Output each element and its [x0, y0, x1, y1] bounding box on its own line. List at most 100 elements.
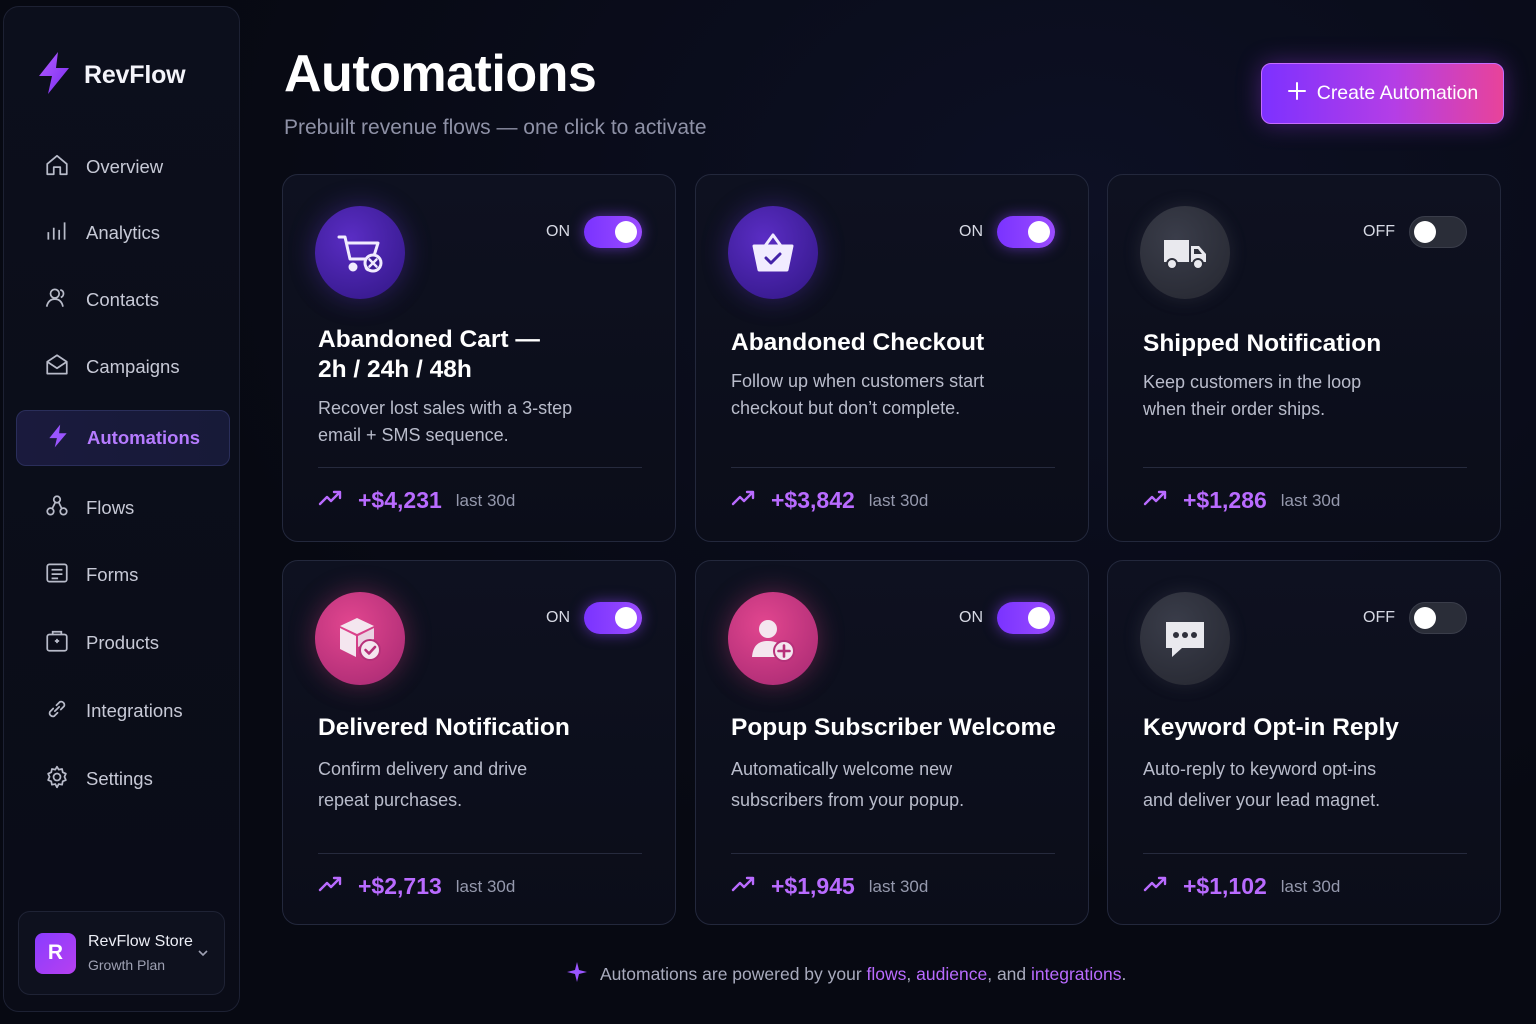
sidebar-item-label: Automations [87, 427, 201, 448]
automation-toggle[interactable] [584, 602, 642, 634]
toggle-knob [615, 607, 637, 629]
brand-name: RevFlow [84, 61, 186, 89]
automation-toggle[interactable] [1409, 216, 1467, 248]
toggle-group: ON [959, 216, 1055, 248]
sidebar-item-integrations[interactable]: Integrations [16, 683, 230, 739]
footer-note: Automations are powered by your flows, a… [566, 961, 1126, 988]
card-divider [731, 853, 1055, 854]
card-description-line: Follow up when customers start [731, 371, 985, 391]
revenue-value: +$3,842 [771, 487, 855, 513]
toggle-status-label: ON [959, 223, 983, 240]
card-description: Recover lost sales with a 3-step email +… [318, 395, 618, 449]
automation-card-popup-subscriber-welcome[interactable]: ON Popup Subscriber Welcome Automaticall… [695, 560, 1089, 925]
automation-toggle[interactable] [584, 216, 642, 248]
automation-card-delivered-notification[interactable]: ON Delivered Notification Confirm delive… [282, 560, 676, 925]
brand[interactable]: RevFlow [36, 51, 186, 100]
revenue-period: last 30d [1280, 490, 1341, 510]
toggle-group: ON [546, 602, 642, 634]
trend-up-icon [731, 489, 757, 512]
flow-icon [44, 493, 70, 524]
automation-card-shipped-notification[interactable]: OFF Shipped Notification Keep customers … [1107, 174, 1501, 542]
card-divider [731, 467, 1055, 468]
revenue-period: last 30d [1280, 876, 1341, 896]
toggle-group: ON [959, 602, 1055, 634]
store-name: RevFlow Store [88, 933, 193, 950]
card-footer: +$1,102 last 30d [1143, 873, 1340, 900]
card-description: Auto-reply to keyword opt-ins and delive… [1143, 754, 1443, 816]
audience-link[interactable]: audience [916, 964, 987, 984]
card-description-line: Confirm delivery and drive [318, 759, 528, 779]
revenue-value: +$1,286 [1183, 487, 1267, 513]
footer-separator: , and [987, 964, 1027, 984]
card-description-line: Automatically welcome new [731, 759, 953, 779]
sidebar-item-flows[interactable]: Flows [16, 480, 230, 536]
card-divider [1143, 853, 1467, 854]
users-icon [44, 285, 70, 316]
automation-card-keyword-opt-in-reply[interactable]: OFF Keyword Opt-in Reply Auto-reply to k… [1107, 560, 1501, 925]
footer-suffix: . [1121, 964, 1127, 984]
sidebar: RevFlow Overview Analytics Contacts Camp… [3, 6, 240, 1012]
page-title: Automations [284, 45, 597, 103]
chat-bubble-icon [1140, 592, 1230, 685]
automation-card-abandoned-cart[interactable]: ON Abandoned Cart — 2h / 24h / 48h Recov… [282, 174, 676, 542]
basket-check-icon [728, 206, 818, 299]
footer-text: Automations are powered by your flows, a… [600, 964, 1126, 985]
automation-card-abandoned-checkout[interactable]: ON Abandoned Checkout Follow up when cus… [695, 174, 1089, 542]
card-footer: +$1,945 last 30d [731, 873, 928, 900]
plus-icon [1287, 81, 1307, 107]
trend-up-icon [731, 875, 757, 898]
chevron-down-icon [196, 946, 210, 965]
automation-toggle[interactable] [1409, 602, 1467, 634]
sparkle-icon [566, 961, 588, 988]
sidebar-item-automations[interactable]: Automations [16, 410, 230, 466]
revenue-period: last 30d [455, 876, 516, 896]
card-title: Abandoned Checkout [731, 329, 985, 356]
card-footer: +$2,713 last 30d [318, 873, 515, 900]
sidebar-item-analytics[interactable]: Analytics [16, 205, 230, 261]
card-title-line: 2h / 24h / 48h [318, 356, 472, 383]
toggle-group: OFF [1363, 602, 1467, 634]
toggle-knob [1028, 607, 1050, 629]
toggle-group: OFF [1363, 216, 1467, 248]
sidebar-item-forms[interactable]: Forms [16, 547, 230, 603]
package-icon [44, 628, 70, 659]
store-switcher[interactable]: R RevFlow Store Growth Plan [18, 911, 225, 995]
toggle-status-label: ON [959, 609, 983, 626]
sidebar-item-label: Flows [86, 497, 135, 518]
revenue-value: +$1,102 [1183, 873, 1267, 899]
revenue-period: last 30d [455, 490, 516, 510]
sidebar-item-overview[interactable]: Overview [16, 139, 230, 195]
flows-link[interactable]: flows [867, 964, 907, 984]
integrations-link[interactable]: integrations [1031, 964, 1121, 984]
card-description: Automatically welcome new subscribers fr… [731, 754, 1031, 816]
revenue-value: +$1,945 [771, 873, 855, 899]
box-check-icon [315, 592, 405, 685]
sidebar-item-settings[interactable]: Settings [16, 751, 230, 807]
store-info: RevFlow Store Growth Plan [88, 933, 193, 973]
revenue-value: +$4,231 [358, 487, 442, 513]
sidebar-item-label: Contacts [86, 289, 160, 310]
sidebar-item-products[interactable]: Products [16, 615, 230, 671]
store-plan: Growth Plan [88, 957, 166, 973]
card-title: Keyword Opt-in Reply [1143, 714, 1399, 741]
card-footer: +$3,842 last 30d [731, 487, 928, 514]
sidebar-item-campaigns[interactable]: Campaigns [16, 339, 230, 395]
store-avatar: R [35, 932, 76, 974]
revenue-period: last 30d [868, 490, 929, 510]
toggle-knob [615, 221, 637, 243]
sidebar-item-label: Analytics [86, 222, 161, 243]
sidebar-item-label: Forms [86, 564, 139, 585]
automation-toggle[interactable] [997, 216, 1055, 248]
bolt-icon [45, 423, 71, 454]
toggle-group: ON [546, 216, 642, 248]
cart-x-icon [315, 206, 405, 299]
sidebar-item-label: Products [86, 632, 160, 653]
automation-toggle[interactable] [997, 602, 1055, 634]
revenue-value: +$2,713 [358, 873, 442, 899]
toggle-status-label: ON [546, 609, 570, 626]
toggle-knob [1414, 221, 1436, 243]
create-automation-button[interactable]: Create Automation [1261, 63, 1504, 124]
card-description-line: email + SMS sequence. [318, 425, 509, 445]
create-automation-label: Create Automation [1316, 82, 1479, 104]
sidebar-item-contacts[interactable]: Contacts [16, 272, 230, 328]
